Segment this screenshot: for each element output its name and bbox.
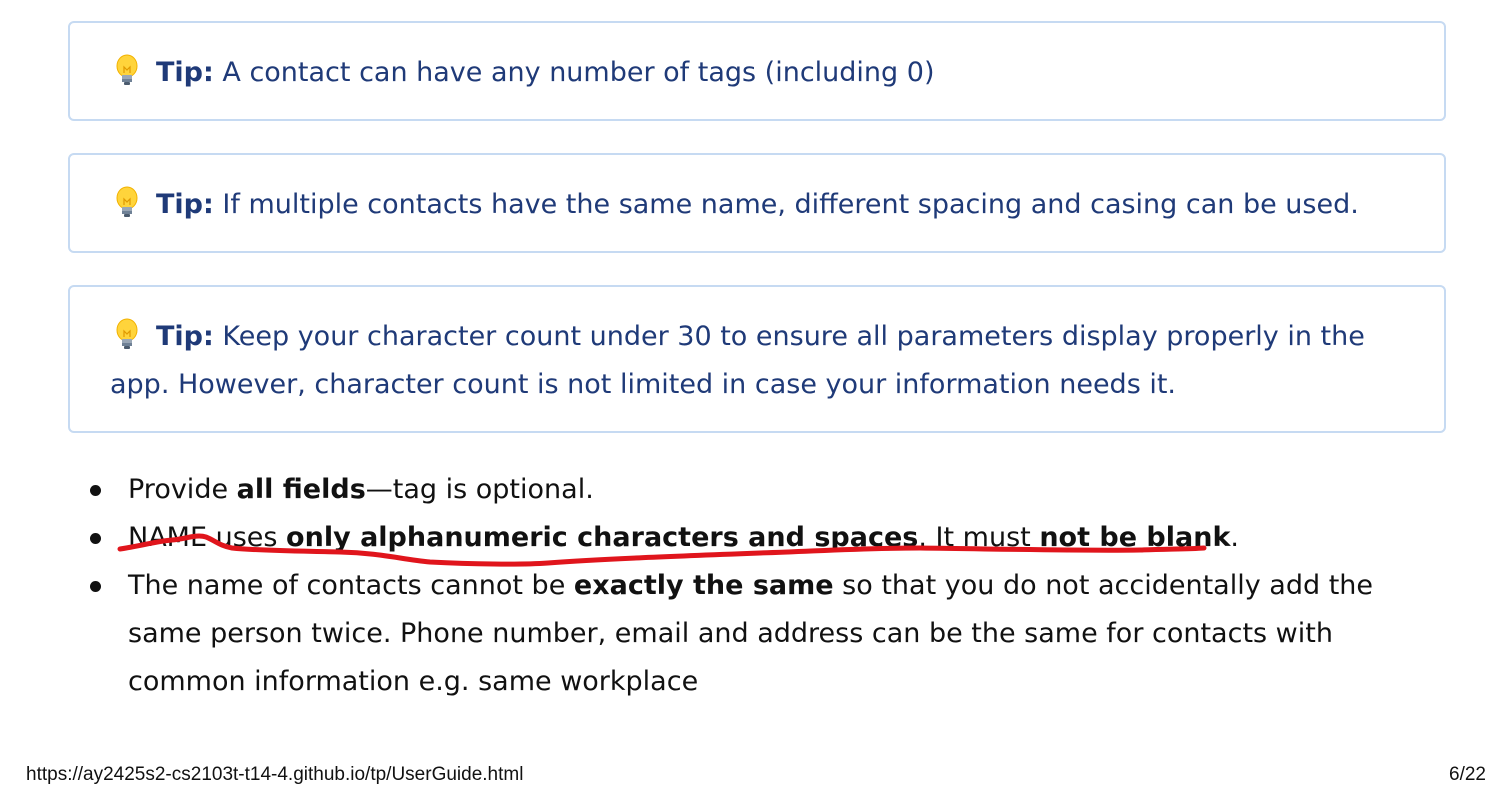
tip-line: app. However, character count is not lim… [110, 361, 1404, 409]
tip-label: Tip: [156, 189, 214, 220]
bullet-dot [90, 581, 101, 592]
tip-callout: Tip: Keep your character count under 30 … [68, 285, 1446, 433]
list-text: . It must [918, 522, 1040, 553]
bullet-dot [90, 533, 101, 544]
list-text: The name of contacts cannot be [128, 570, 574, 601]
list-text: same person twice. Phone number, email a… [128, 618, 1333, 649]
tip-line: Tip: Keep your character count under 30 … [110, 313, 1404, 361]
tip-label: Tip: [156, 321, 214, 352]
page-footer: https://ay2425s2-cs2103t-t14-4.github.io… [26, 764, 1486, 788]
list-text: NAME uses [128, 522, 287, 553]
page-number: 6/22 [1449, 764, 1486, 785]
bullet-dot [90, 485, 101, 496]
list-text: Provide [128, 474, 237, 505]
tip-line: Tip: If multiple contacts have the same … [110, 181, 1404, 229]
tip-text: app. However, character count is not lim… [110, 369, 1177, 400]
tip-text: If multiple contacts have the same name,… [222, 189, 1359, 220]
list-text: . [1230, 522, 1240, 553]
list-text: so that you do not accidentally add the [833, 570, 1374, 601]
list-text-bold: all fields [236, 474, 366, 505]
lightbulb-icon [116, 318, 138, 349]
list-text: —tag is optional. [365, 474, 594, 505]
page-url: https://ay2425s2-cs2103t-t14-4.github.io… [26, 764, 524, 785]
list-item: Provide all fields—tag is optional. [86, 466, 1426, 514]
tip-text: A contact can have any number of tags (i… [222, 57, 935, 88]
list-item: The name of contacts cannot be exactly t… [86, 562, 1426, 706]
tip-line: Tip: A contact can have any number of ta… [110, 49, 1404, 97]
tip-callout: Tip: A contact can have any number of ta… [68, 21, 1446, 121]
list-text-bold: only alphanumeric characters and spaces [286, 522, 919, 553]
tip-text: Keep your character count under 30 to en… [222, 321, 1365, 352]
list-text-bold: exactly the same [573, 570, 834, 601]
list-text: common information e.g. same workplace [128, 666, 699, 697]
list-item: NAME uses only alphanumeric characters a… [86, 514, 1426, 562]
tip-callout: Tip: If multiple contacts have the same … [68, 153, 1446, 253]
lightbulb-icon [116, 186, 138, 217]
tip-label: Tip: [156, 57, 214, 88]
requirements-list: Provide all fields—tag is optional. NAME… [86, 466, 1426, 706]
lightbulb-icon [116, 54, 138, 85]
list-text-bold: not be blank [1039, 522, 1231, 553]
